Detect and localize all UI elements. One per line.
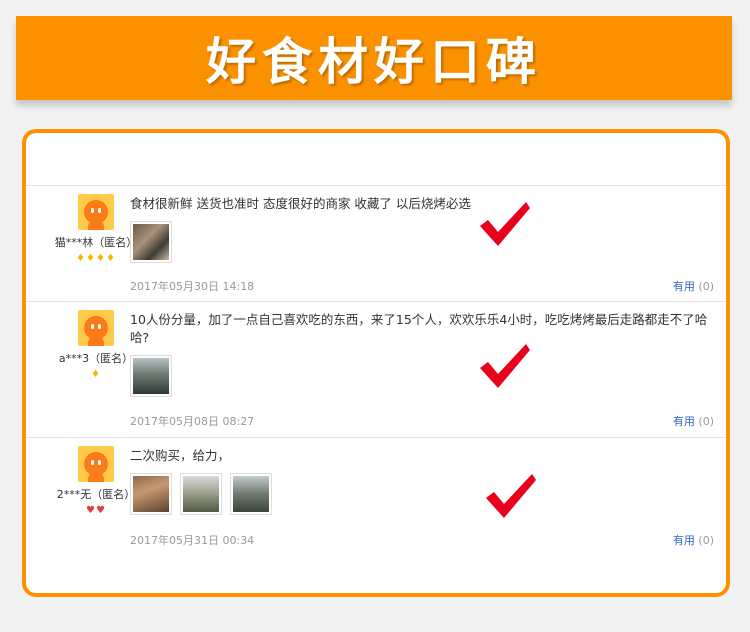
- avatar: [78, 446, 114, 482]
- avatar: [78, 310, 114, 346]
- review-text: 10人份分量，加了一点自己喜欢吃的东西，来了15个人，欢欢乐乐4小时，吃吃烤烤最…: [130, 312, 708, 345]
- checkmark-icon: [486, 474, 536, 518]
- useful-vote[interactable]: 有用 (0): [673, 532, 714, 548]
- review-date: 2017年05月31日 00:34: [130, 534, 255, 547]
- review-text: 食材很新鲜 送货也准时 态度很好的商家 收藏了 以后烧烤必选: [130, 196, 471, 211]
- review-photo-thumbnail[interactable]: [180, 473, 222, 515]
- useful-count: (0): [698, 280, 714, 293]
- banner: 好食材好口碑: [16, 16, 732, 100]
- banner-title: 好食材好口碑: [206, 33, 542, 91]
- useful-count: (0): [698, 534, 714, 547]
- review-text: 二次购买，给力，: [130, 448, 231, 463]
- review-item: 2***无（匿名） ♥♥ 二次购买，给力， 2017年05月31日 00:34: [26, 438, 726, 573]
- useful-button[interactable]: 有用: [673, 280, 695, 293]
- useful-button[interactable]: 有用: [673, 415, 695, 428]
- reviews-panel: 猫***林（匿名） ♦♦♦♦ 食材很新鲜 送货也准时 态度很好的商家 收藏了 以…: [22, 129, 730, 597]
- useful-button[interactable]: 有用: [673, 534, 695, 547]
- useful-vote[interactable]: 有用 (0): [673, 278, 714, 294]
- review-item: 猫***林（匿名） ♦♦♦♦ 食材很新鲜 送货也准时 态度很好的商家 收藏了 以…: [26, 186, 726, 302]
- avatar: [78, 194, 114, 230]
- review-date: 2017年05月08日 08:27: [130, 415, 255, 428]
- panel-header: [26, 133, 726, 186]
- useful-count: (0): [698, 415, 714, 428]
- checkmark-icon: [480, 202, 530, 246]
- review-photo-thumbnail[interactable]: [130, 221, 172, 263]
- review-photo-thumbnail[interactable]: [130, 355, 172, 397]
- review-photo-thumbnail[interactable]: [130, 473, 172, 515]
- review-item: a***3（匿名） ♦ 10人份分量，加了一点自己喜欢吃的东西，来了15个人，欢…: [26, 302, 726, 438]
- review-date: 2017年05月30日 14:18: [130, 280, 255, 293]
- checkmark-icon: [480, 344, 530, 388]
- review-photo-thumbnail[interactable]: [230, 473, 272, 515]
- useful-vote[interactable]: 有用 (0): [673, 413, 714, 429]
